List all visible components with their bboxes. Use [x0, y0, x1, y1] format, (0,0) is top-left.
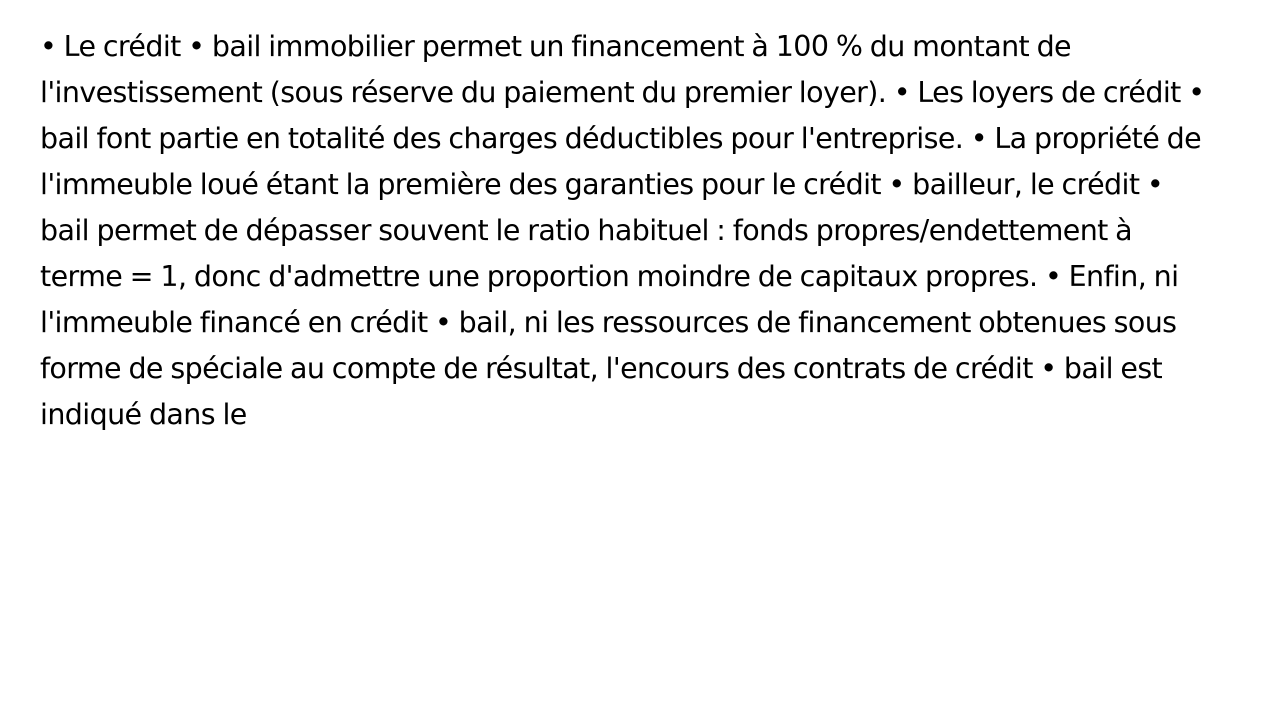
body-paragraph: • Le crédit • bail immobilier permet un …	[40, 30, 1205, 431]
document-page: • Le crédit • bail immobilier permet un …	[0, 0, 1280, 720]
